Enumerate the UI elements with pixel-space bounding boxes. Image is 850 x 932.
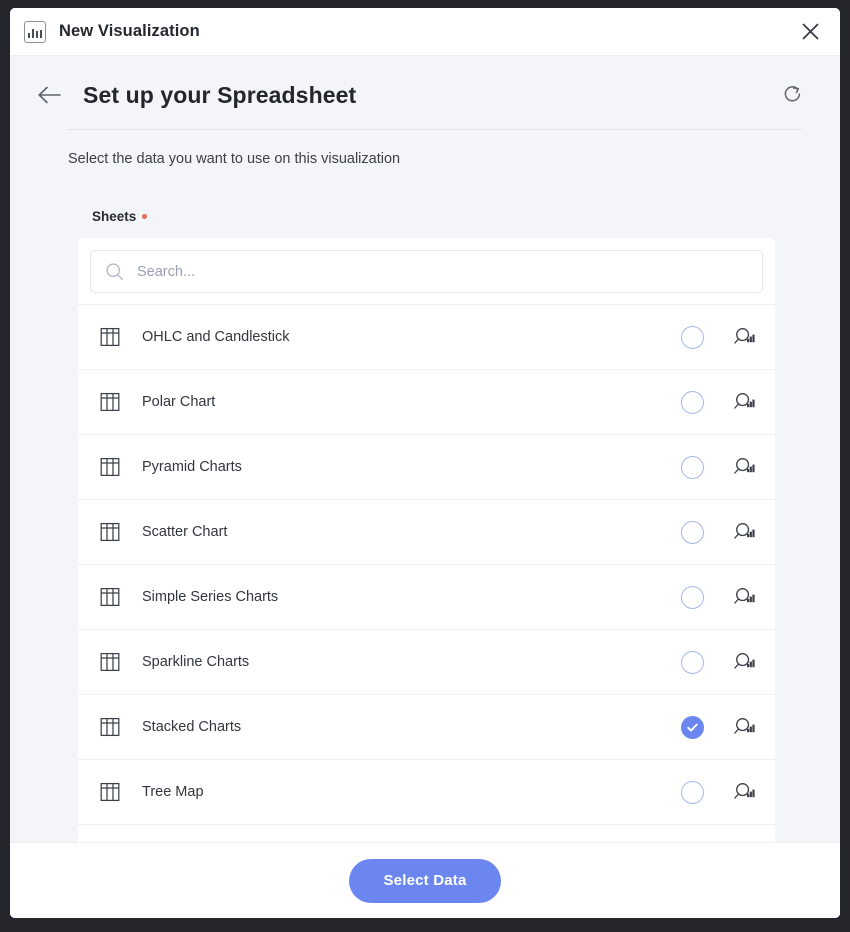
sheets-field-label: Sheets — [92, 209, 137, 224]
close-icon — [802, 23, 818, 40]
preview-data-icon — [733, 457, 755, 474]
sheet-name: Pyramid Charts — [142, 459, 242, 475]
sheet-radio-selected[interactable] — [681, 715, 704, 739]
back-button[interactable] — [32, 78, 66, 112]
dialog-body: Set up your Spreadsheet Select the data … — [10, 56, 840, 918]
preview-data-icon — [733, 522, 755, 539]
sheet-list-item[interactable]: Simple Series Charts — [78, 565, 775, 630]
search-input[interactable] — [137, 263, 748, 280]
sheet-name: Tree Map — [142, 784, 204, 800]
close-button[interactable] — [794, 16, 826, 48]
preview-data-icon — [733, 587, 755, 604]
table-icon — [100, 392, 120, 412]
bar-chart-icon — [24, 20, 46, 43]
page-subtitle: Select the data you want to use on this … — [68, 151, 401, 167]
preview-data-button[interactable] — [731, 649, 757, 675]
preview-data-button[interactable] — [731, 714, 757, 740]
sheet-list-item[interactable]: Tree Map — [78, 760, 775, 825]
arrow-left-icon — [37, 86, 61, 104]
sheets-field-label-row: Sheets — [10, 167, 840, 238]
search-box[interactable] — [90, 250, 763, 293]
dialog-footer: Select Data — [10, 842, 840, 918]
table-icon — [100, 522, 120, 542]
search-icon — [106, 263, 123, 281]
table-icon — [100, 652, 120, 672]
sheet-name: OHLC and Candlestick — [142, 329, 290, 345]
preview-data-button[interactable] — [731, 454, 757, 480]
preview-data-button[interactable] — [731, 779, 757, 805]
dialog-titlebar: New Visualization — [10, 8, 840, 56]
sheet-list-item[interactable]: Sparkline Charts — [78, 630, 775, 695]
sheet-radio[interactable] — [681, 325, 704, 349]
refresh-button[interactable] — [776, 78, 810, 112]
new-visualization-dialog: New Visualization Set up your Spreadshee… — [10, 8, 840, 918]
preview-data-button[interactable] — [731, 519, 757, 545]
sheet-list-item[interactable]: Stacked Charts — [78, 695, 775, 760]
required-indicator-dot — [142, 214, 147, 219]
check-icon — [687, 723, 698, 731]
preview-data-button[interactable] — [731, 324, 757, 350]
sheet-radio[interactable] — [681, 585, 704, 609]
table-icon — [100, 717, 120, 737]
refresh-icon — [784, 86, 801, 102]
sheet-name: Sparkline Charts — [142, 654, 250, 670]
preview-data-icon — [733, 717, 755, 734]
search-container — [78, 238, 775, 304]
page-title: Set up your Spreadsheet — [83, 81, 357, 108]
page-header: Set up your Spreadsheet — [10, 56, 840, 112]
table-icon — [100, 782, 120, 802]
sheet-name: Scatter Chart — [142, 524, 228, 540]
sheet-name: Simple Series Charts — [142, 589, 279, 605]
table-icon — [100, 457, 120, 477]
sheet-list-item[interactable]: Polar Chart — [78, 370, 775, 435]
preview-data-icon — [733, 652, 755, 669]
sheet-radio[interactable] — [681, 455, 704, 479]
sheet-radio[interactable] — [681, 520, 704, 544]
window-title: New Visualization — [59, 22, 200, 40]
preview-data-button[interactable] — [731, 584, 757, 610]
preview-data-icon — [733, 782, 755, 799]
sheet-radio[interactable] — [681, 390, 704, 414]
table-icon — [100, 327, 120, 347]
preview-data-icon — [733, 327, 755, 344]
preview-data-icon — [733, 392, 755, 409]
select-data-button[interactable]: Select Data — [349, 858, 501, 903]
sheets-panel: OHLC and Candlestick Polar Chart Pyramid C… — [78, 238, 775, 842]
sheet-list-item[interactable]: Pyramid Charts — [78, 435, 775, 500]
sheet-list-item[interactable]: OHLC and Candlestick — [78, 305, 775, 370]
sheet-name: Stacked Charts — [142, 719, 242, 735]
sheet-radio[interactable] — [681, 780, 704, 804]
sheets-list[interactable]: OHLC and Candlestick Polar Chart Pyramid C… — [78, 304, 775, 842]
sheet-radio[interactable] — [681, 650, 704, 674]
sheet-name: Polar Chart — [142, 394, 216, 410]
preview-data-button[interactable] — [731, 389, 757, 415]
table-icon — [100, 587, 120, 607]
sheet-list-item[interactable]: Scatter Chart — [78, 500, 775, 565]
